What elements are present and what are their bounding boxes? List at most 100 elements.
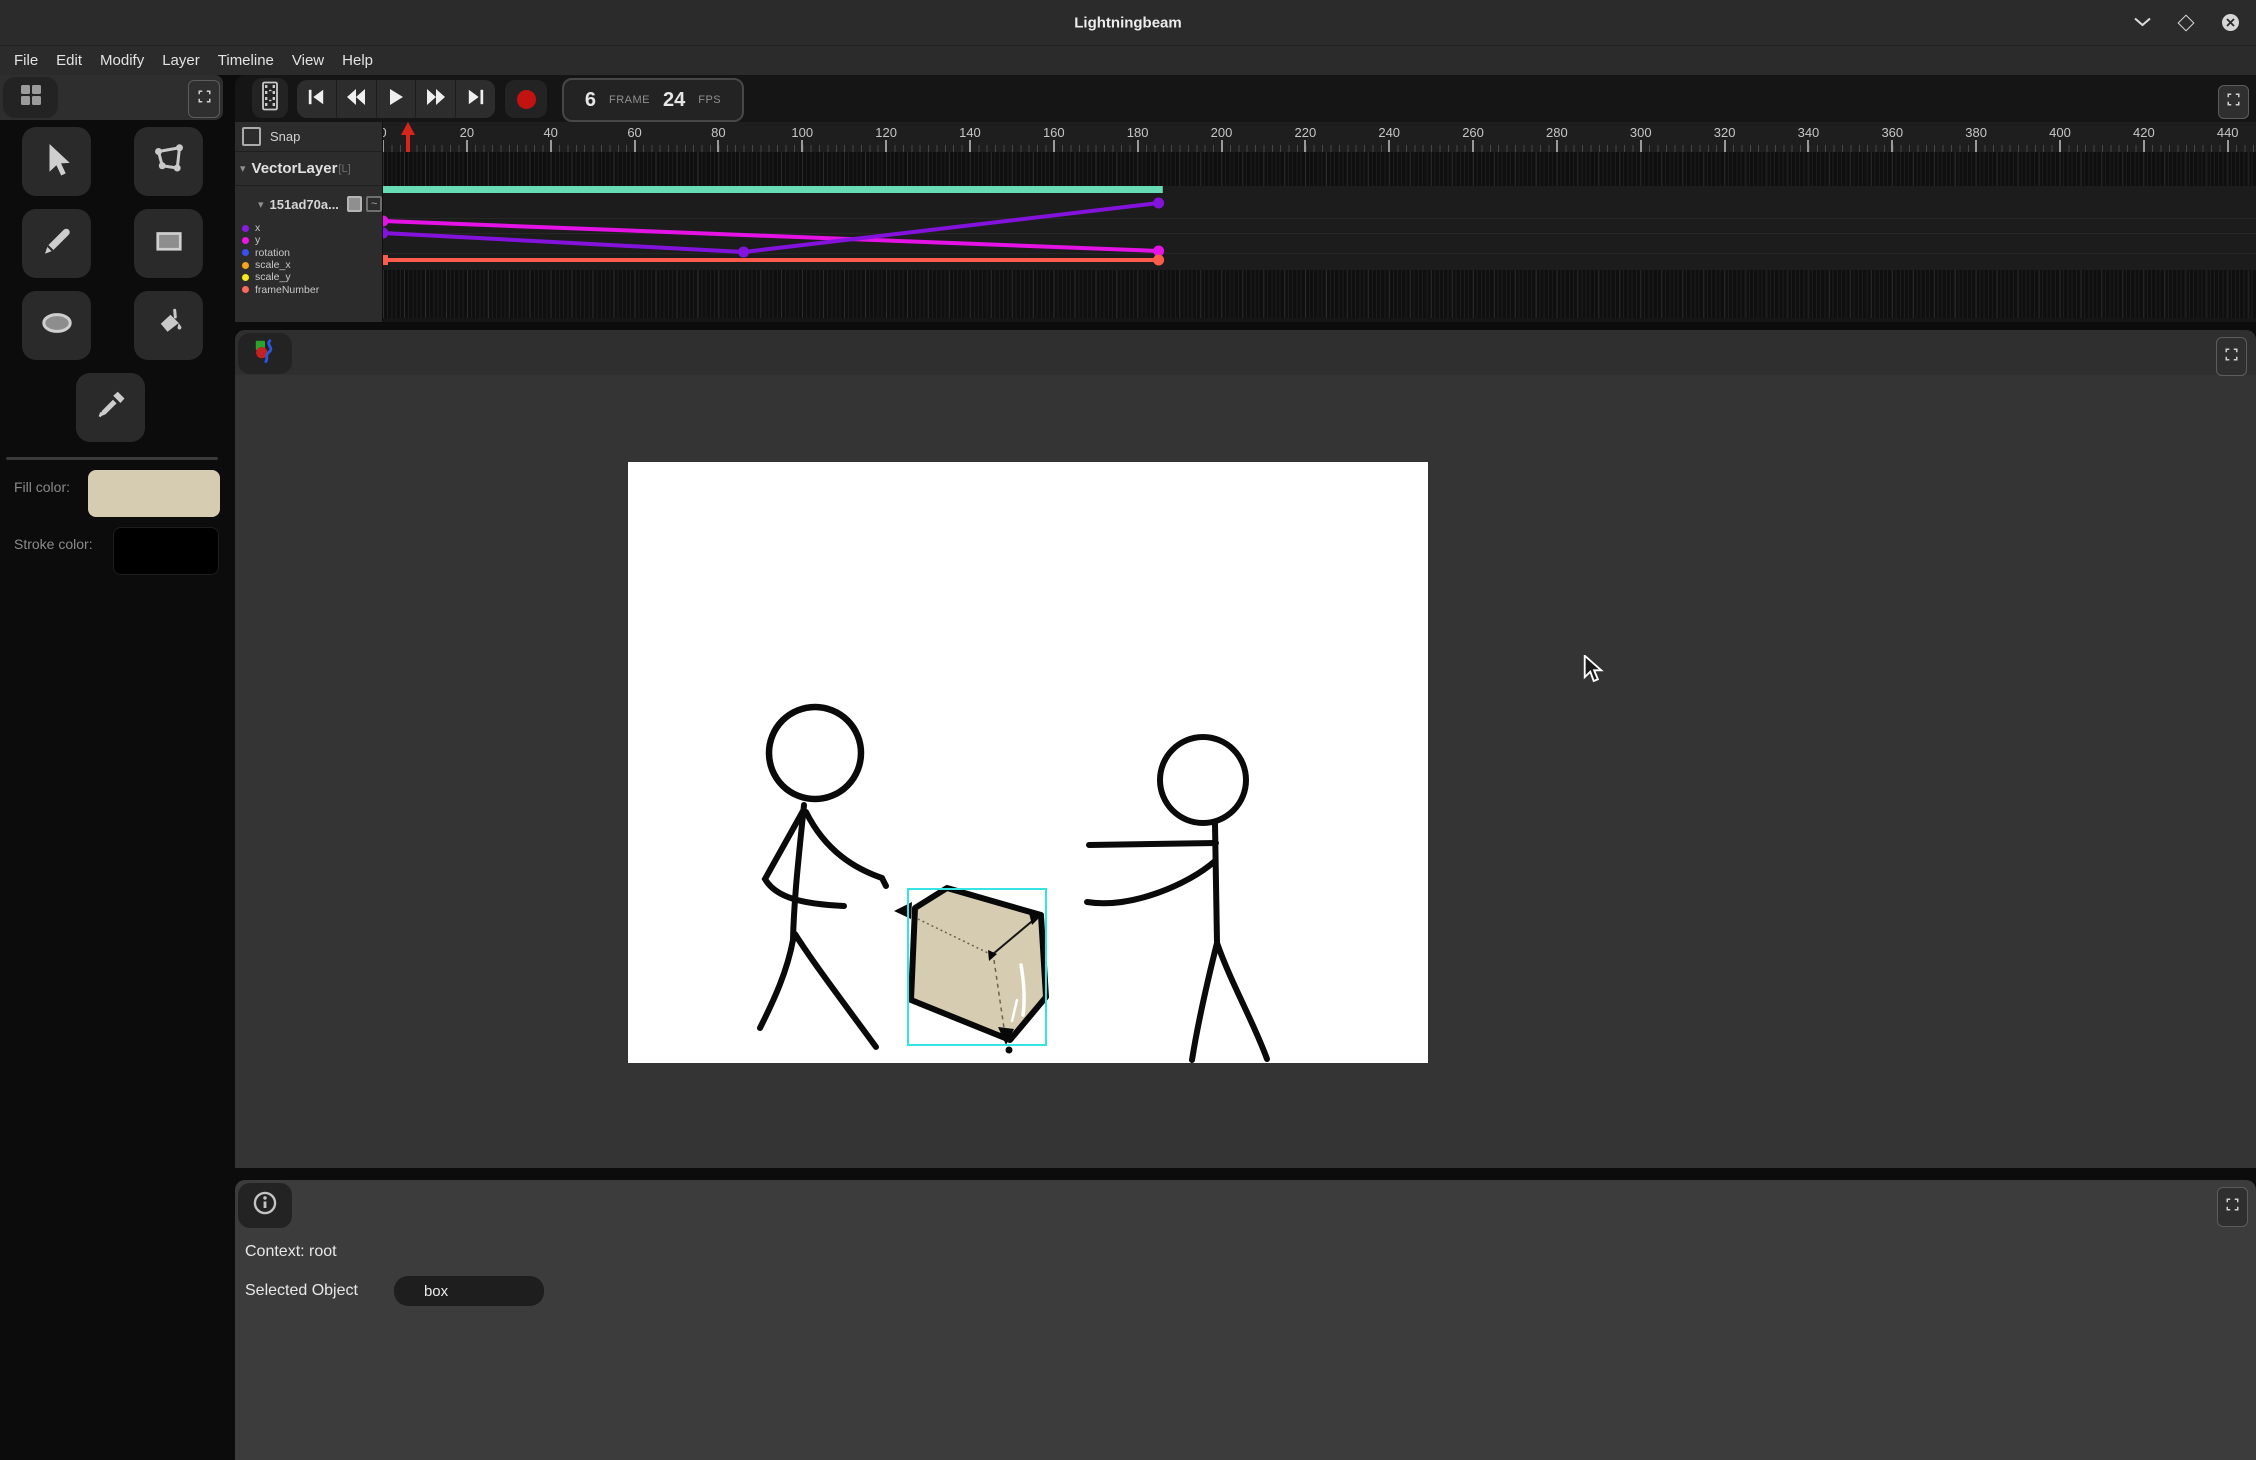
frame-fps-display: 6 FRAME 24 FPS <box>562 78 744 122</box>
ruler-tick <box>969 140 971 152</box>
window-controls <box>2132 0 2240 45</box>
ruler-tick-label: 300 <box>1630 125 1652 140</box>
rectangle-tool-button[interactable] <box>134 209 203 278</box>
tools-expand-button[interactable] <box>188 80 220 118</box>
ellipse-tool-button[interactable] <box>22 291 91 360</box>
ruler-tick <box>1221 140 1223 152</box>
canvas-expand-button[interactable] <box>2216 337 2247 376</box>
ruler-tick-label: 120 <box>875 125 897 140</box>
menu-edit[interactable]: Edit <box>47 52 91 69</box>
ruler-tick-label: 280 <box>1546 125 1568 140</box>
skip-to-end-button[interactable] <box>456 80 495 118</box>
stroke-color-swatch[interactable] <box>113 527 219 575</box>
property-row-scale_y[interactable]: scale_y <box>235 271 382 283</box>
tools-panel: Fill color: Stroke color: <box>0 75 235 1460</box>
timeline-frames-band-top[interactable] <box>383 152 2256 186</box>
timeline-expand-button[interactable] <box>2218 85 2249 119</box>
property-label: rotation <box>255 247 290 259</box>
ruler-tick <box>1472 140 1474 152</box>
rewind-button[interactable] <box>337 80 377 118</box>
timeline-curve-area[interactable] <box>383 186 2256 270</box>
selection-tool-button[interactable] <box>22 127 91 196</box>
ruler-tick-label: 360 <box>1881 125 1903 140</box>
ruler-tick <box>1304 140 1306 152</box>
vector-shapes-icon <box>252 338 278 369</box>
property-row-y[interactable]: y <box>235 234 382 246</box>
ruler-tick-label: 320 <box>1714 125 1736 140</box>
ruler-tick <box>801 140 803 152</box>
ruler-tick <box>1640 140 1642 152</box>
property-row-rotation[interactable]: rotation <box>235 247 382 259</box>
timeline-frames-band-bottom[interactable] <box>383 270 2256 318</box>
expand-icon <box>197 89 212 109</box>
close-button[interactable] <box>2220 13 2240 33</box>
ruler-tick-label: 220 <box>1294 125 1316 140</box>
inspector-expand-button[interactable] <box>2217 1187 2248 1227</box>
object-visibility-button[interactable] <box>347 196 363 212</box>
object-tilde-button[interactable]: ~ <box>366 196 382 212</box>
panel-grid-button[interactable] <box>3 77 58 118</box>
property-label: frameNumber <box>255 284 319 296</box>
ruler-tick <box>1975 140 1977 152</box>
context-label: Context: <box>245 1243 305 1260</box>
property-row-frameNumber[interactable]: frameNumber <box>235 283 382 295</box>
fast-forward-button[interactable] <box>416 80 456 118</box>
stage-artwork <box>628 462 1428 1063</box>
frame-label: FRAME <box>609 94 650 106</box>
property-label: scale_y <box>255 271 291 283</box>
maximize-button[interactable] <box>2176 13 2196 33</box>
pencil-tool-button[interactable] <box>22 209 91 278</box>
ruler-tick <box>1556 140 1558 152</box>
snap-checkbox[interactable] <box>242 127 261 146</box>
property-label: y <box>255 234 260 246</box>
menu-view[interactable]: View <box>283 52 333 69</box>
box-object[interactable] <box>894 888 1046 1054</box>
collapse-triangle-icon[interactable]: ▾ <box>258 198 264 211</box>
skip-to-start-button[interactable] <box>297 80 337 118</box>
menu-timeline[interactable]: Timeline <box>209 52 283 69</box>
film-button[interactable] <box>252 78 288 118</box>
ruler-tick-label: 420 <box>2133 125 2155 140</box>
expand-icon <box>2225 1197 2240 1217</box>
ruler-tick-label: 140 <box>959 125 981 140</box>
playhead[interactable] <box>401 122 415 157</box>
stage[interactable] <box>628 462 1428 1063</box>
selected-object-field[interactable]: box <box>394 1276 544 1306</box>
menu-layer[interactable]: Layer <box>153 52 209 69</box>
layer-row-vectorlayer[interactable]: ▾ VectorLayer [L] <box>235 152 382 186</box>
inspector-panel: Context: root Selected Object box <box>235 1180 2256 1460</box>
fill-color-swatch[interactable] <box>88 470 220 517</box>
close-icon <box>2222 14 2239 31</box>
paint-bucket-tool-button[interactable] <box>134 291 203 360</box>
context-value: root <box>309 1243 337 1260</box>
property-color-dot <box>242 225 249 232</box>
record-button[interactable] <box>505 80 547 118</box>
property-row-x[interactable]: x <box>235 222 382 234</box>
property-row-scale_x[interactable]: scale_x <box>235 259 382 271</box>
play-button[interactable] <box>377 80 417 118</box>
row-divider <box>383 253 2256 254</box>
vector-shapes-button[interactable] <box>238 333 292 374</box>
frame-value[interactable]: 6 <box>585 89 596 112</box>
chevron-down-icon <box>2134 14 2151 32</box>
minimize-button[interactable] <box>2132 13 2152 33</box>
box-bottom-dot <box>1006 1047 1013 1054</box>
transform-tool-button[interactable] <box>134 127 203 196</box>
canvas-panel-header <box>235 330 2256 375</box>
object-row[interactable]: ▾ 151ad70a... ~ <box>235 186 382 222</box>
menu-modify[interactable]: Modify <box>91 52 153 69</box>
ellipse-icon <box>39 305 75 346</box>
menu-file[interactable]: File <box>5 52 47 69</box>
eyedropper-tool-button[interactable] <box>76 373 145 442</box>
property-color-dot <box>242 274 249 281</box>
collapse-triangle-icon[interactable]: ▾ <box>240 162 246 175</box>
ruler-tick-label: 160 <box>1043 125 1065 140</box>
timeline-ruler[interactable]: 0204060801001201401601802002202402602803… <box>383 122 2256 152</box>
property-color-dot <box>242 249 249 256</box>
property-label: scale_x <box>255 259 291 271</box>
fps-value[interactable]: 24 <box>663 89 685 112</box>
record-icon <box>517 90 536 109</box>
info-button[interactable] <box>238 1183 292 1228</box>
ruler-tick-label: 380 <box>1965 125 1987 140</box>
menu-help[interactable]: Help <box>333 52 382 69</box>
